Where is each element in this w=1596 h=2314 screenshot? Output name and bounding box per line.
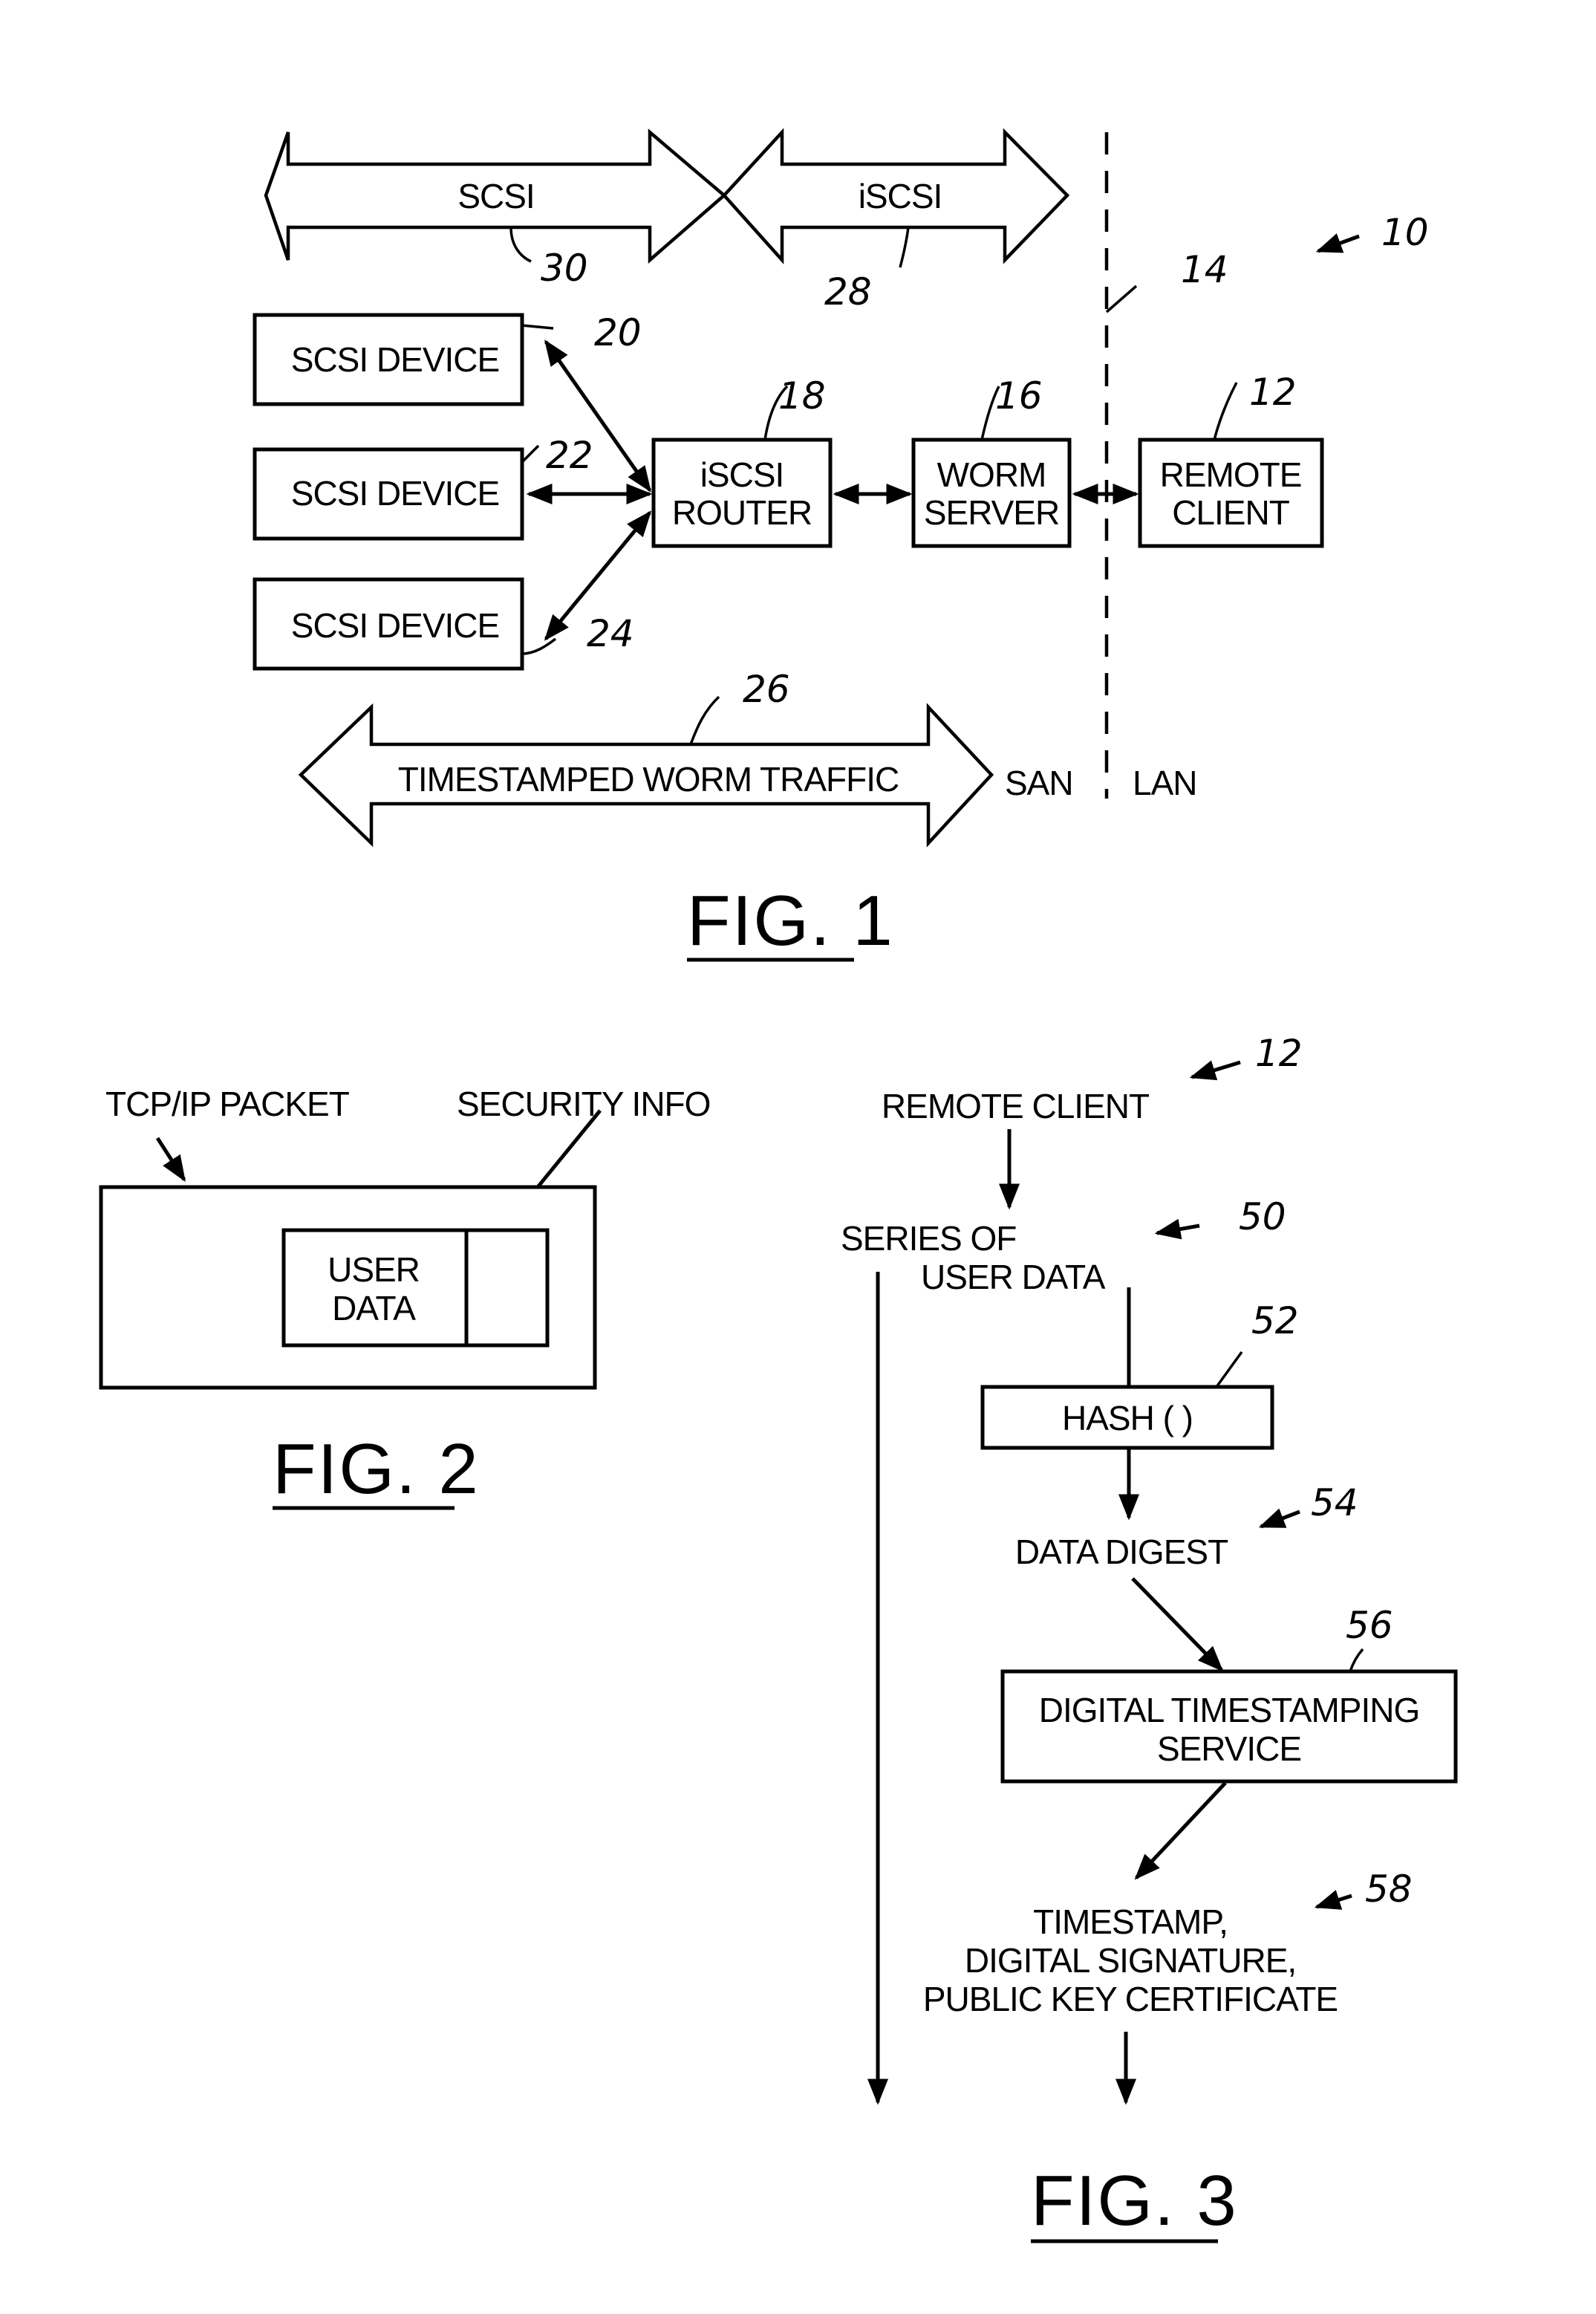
flow-arrow-digest-to-timestamping	[1131, 1577, 1224, 1672]
lan-label: LAN	[1133, 764, 1196, 802]
user-data-line2: DATA	[332, 1289, 416, 1327]
output-line1: TIMESTAMP,	[1033, 1902, 1228, 1941]
flow-arrow-timestamping-to-output	[1134, 1781, 1227, 1880]
packet-pointer-arrow	[155, 1137, 186, 1182]
scsi-device-24: SCSI DEVICE	[253, 577, 524, 671]
worm-server: WORM SERVER	[911, 438, 1072, 548]
ref-20: 20	[594, 311, 642, 354]
figure-1: SCSI 30 iSCSI 28 10 14 SCSI DEVICE 20 SC…	[253, 128, 1429, 962]
scsi-device-20: SCSI DEVICE	[253, 313, 524, 406]
iscsi-bus-label: iSCSI	[859, 177, 942, 215]
fig3-ref-52: 52	[1251, 1299, 1299, 1342]
ref-28: 28	[824, 270, 872, 313]
ref-leader-14	[1105, 285, 1138, 313]
svg-text:REMOTE: REMOTE	[1160, 455, 1302, 494]
ref-leader-22	[521, 444, 540, 464]
scsi-bus-label: SCSI	[457, 177, 534, 215]
ref-leader-24	[521, 637, 557, 655]
ref-arrow-54	[1258, 1508, 1300, 1529]
fig1-title: FIG. 1	[687, 881, 894, 961]
worm-traffic-label: TIMESTAMPED WORM TRAFFIC	[398, 760, 899, 799]
ref-arrow-10	[1315, 233, 1360, 253]
timestamping-service-box: DIGITAL TIMESTAMPING SERVICE	[1000, 1669, 1458, 1784]
fig3-title: FIG. 3	[1031, 2161, 1238, 2240]
svg-text:SERVER: SERVER	[924, 493, 1059, 532]
svg-text:ROUTER: ROUTER	[672, 493, 812, 532]
fig3-ref-50: 50	[1239, 1195, 1286, 1238]
iscsi-router: iSCSI ROUTER	[651, 438, 833, 548]
ref-arrow-58	[1314, 1890, 1352, 1910]
fig3-ref-56: 56	[1346, 1604, 1393, 1647]
data-digest-label: DATA DIGEST	[1015, 1533, 1228, 1571]
ref-16: 16	[995, 374, 1043, 417]
ref-leader-26	[689, 695, 720, 745]
series-line1: SERIES OF	[841, 1219, 1016, 1258]
svg-text:iSCSI: iSCSI	[700, 455, 784, 494]
ref-leader-20	[521, 324, 554, 330]
svg-text:SCSI DEVICE: SCSI DEVICE	[291, 606, 499, 645]
ref-arrow-50	[1154, 1218, 1200, 1240]
fig2-title: FIG. 2	[273, 1429, 480, 1509]
ref-leader-12	[1213, 382, 1238, 441]
ref-leader-56	[1349, 1648, 1364, 1672]
fig3-ref-12: 12	[1255, 1032, 1303, 1075]
series-line2: USER DATA	[921, 1258, 1106, 1296]
fig3-remote-client: REMOTE CLIENT	[882, 1087, 1150, 1125]
fig3-ref-54: 54	[1311, 1481, 1358, 1524]
fig3-ref-58: 58	[1365, 1868, 1413, 1911]
remote-client: REMOTE CLIENT	[1138, 438, 1324, 548]
ref-24: 24	[587, 612, 634, 655]
figure-2: TCP/IP PACKET SECURITY INFO USER DATA FI…	[99, 1085, 711, 1510]
ref-30: 30	[541, 247, 588, 290]
hash-box: HASH ( )	[980, 1385, 1274, 1450]
svg-text:CLIENT: CLIENT	[1172, 493, 1289, 532]
scsi-device-22: SCSI DEVICE	[253, 447, 524, 541]
svg-text:SCSI DEVICE: SCSI DEVICE	[291, 340, 499, 379]
ref-12: 12	[1249, 371, 1297, 414]
ref-leader-28	[899, 227, 910, 268]
svg-text:DIGITAL TIMESTAMPING: DIGITAL TIMESTAMPING	[1039, 1691, 1419, 1729]
ref-10: 10	[1381, 211, 1429, 254]
svg-text:WORM: WORM	[937, 455, 1046, 494]
tcp-ip-packet-label: TCP/IP PACKET	[105, 1085, 350, 1123]
ref-26: 26	[743, 668, 790, 711]
worm-traffic-arrow: TIMESTAMPED WORM TRAFFIC	[298, 703, 994, 848]
security-info-label: SECURITY INFO	[457, 1085, 710, 1123]
ref-22: 22	[546, 434, 593, 477]
svg-text:SCSI DEVICE: SCSI DEVICE	[291, 474, 499, 513]
user-data-line1: USER	[328, 1250, 420, 1289]
ref-leader-30	[509, 227, 532, 263]
patent-drawing-sheet: SCSI 30 iSCSI 28 10 14 SCSI DEVICE 20 SC…	[99, 128, 1458, 2243]
ref-14: 14	[1181, 248, 1228, 291]
iscsi-bus-arrow: iSCSI	[721, 128, 1070, 264]
ref-arrow-12	[1189, 1060, 1241, 1081]
svg-text:HASH ( ): HASH ( )	[1062, 1399, 1193, 1437]
output-line3: PUBLIC KEY CERTIFICATE	[923, 1980, 1338, 2018]
output-line2: DIGITAL SIGNATURE,	[965, 1941, 1296, 1980]
san-label: SAN	[1005, 764, 1073, 802]
figure-3: REMOTE CLIENT 12 SERIES OF USER DATA 50 …	[841, 1032, 1458, 2243]
scsi-bus-arrow: SCSI	[264, 129, 727, 264]
ref-leader-52	[1215, 1351, 1243, 1388]
svg-text:SERVICE: SERVICE	[1157, 1729, 1301, 1768]
ref-18: 18	[778, 374, 826, 417]
